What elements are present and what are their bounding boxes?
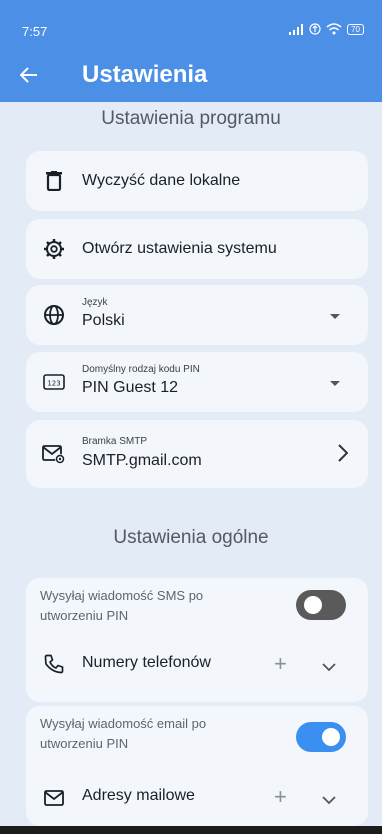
sms-toggle-text-line2: utworzeniu PIN bbox=[40, 608, 129, 623]
expand-email-list-button[interactable] bbox=[322, 792, 336, 810]
section-header-program: Ustawienia programu bbox=[101, 108, 281, 129]
expand-phone-list-button[interactable] bbox=[322, 659, 336, 677]
app-bar: Ustawienia bbox=[0, 52, 382, 102]
email-toggle-text-line2: utworzeniu PIN bbox=[40, 736, 129, 751]
sms-toggle-text-line1: Wysyłaj wiadomość SMS po bbox=[40, 588, 204, 603]
add-email-button[interactable]: + bbox=[274, 786, 287, 808]
status-bar: 7:57 70 bbox=[0, 0, 382, 52]
toggle-knob bbox=[304, 596, 322, 614]
navigation-bar bbox=[0, 826, 382, 834]
language-dropdown[interactable]: Język Polski bbox=[26, 285, 368, 345]
add-phone-button[interactable]: + bbox=[274, 653, 287, 675]
back-button[interactable] bbox=[14, 60, 44, 90]
sms-toggle[interactable] bbox=[296, 590, 346, 620]
pin-type-dropdown[interactable]: 123 Domyślny rodzaj kodu PIN PIN Guest 1… bbox=[26, 352, 368, 412]
trash-icon bbox=[42, 169, 66, 193]
chevron-right-icon bbox=[338, 444, 349, 467]
open-system-settings-button[interactable]: Otwórz ustawienia systemu bbox=[26, 219, 368, 279]
globe-icon bbox=[42, 303, 66, 327]
battery-icon: 70 bbox=[347, 23, 364, 35]
language-label: Język bbox=[82, 297, 108, 308]
phone-icon bbox=[42, 652, 66, 676]
svg-text:123: 123 bbox=[47, 380, 60, 388]
data-icon bbox=[309, 23, 321, 35]
wifi-icon bbox=[326, 23, 342, 35]
dropdown-arrow-icon bbox=[330, 314, 340, 319]
email-toggle-text-line1: Wysyłaj wiadomość email po bbox=[40, 716, 207, 731]
page-title: Ustawienia bbox=[82, 61, 208, 88]
open-system-settings-label: Otwórz ustawienia systemu bbox=[82, 240, 277, 257]
status-time: 7:57 bbox=[22, 24, 48, 39]
gear-icon bbox=[42, 237, 66, 261]
phone-numbers-label: Numery telefonów bbox=[82, 654, 211, 671]
arrow-left-icon bbox=[20, 67, 37, 83]
pin-type-label: Domyślny rodzaj kodu PIN bbox=[82, 364, 200, 375]
smtp-value: SMTP.gmail.com bbox=[82, 452, 202, 469]
section-header-general: Ustawienia ogólne bbox=[113, 527, 269, 548]
chevron-down-icon bbox=[322, 663, 336, 672]
smtp-gateway-button[interactable]: Bramka SMTP SMTP.gmail.com bbox=[26, 420, 368, 488]
clear-local-data-label: Wyczyść dane lokalne bbox=[82, 172, 241, 189]
signal-icon bbox=[289, 23, 304, 35]
smtp-label: Bramka SMTP bbox=[82, 436, 148, 447]
status-icons: 70 bbox=[288, 23, 364, 35]
toggle-knob bbox=[322, 728, 340, 746]
sms-settings-card: Wysyłaj wiadomość SMS po utworzeniu PIN … bbox=[26, 578, 368, 702]
email-settings-card: Wysyłaj wiadomość email po utworzeniu PI… bbox=[26, 706, 368, 826]
email-toggle[interactable] bbox=[296, 722, 346, 752]
email-addresses-label: Adresy mailowe bbox=[82, 787, 195, 804]
dropdown-arrow-icon bbox=[330, 381, 340, 386]
chevron-down-icon bbox=[322, 796, 336, 805]
number-pad-icon: 123 bbox=[42, 370, 66, 394]
clear-local-data-button[interactable]: Wyczyść dane lokalne bbox=[26, 151, 368, 211]
mail-icon bbox=[42, 786, 66, 810]
mail-settings-icon bbox=[42, 442, 66, 466]
pin-type-value: PIN Guest 12 bbox=[82, 379, 179, 396]
language-value: Polski bbox=[82, 312, 125, 329]
